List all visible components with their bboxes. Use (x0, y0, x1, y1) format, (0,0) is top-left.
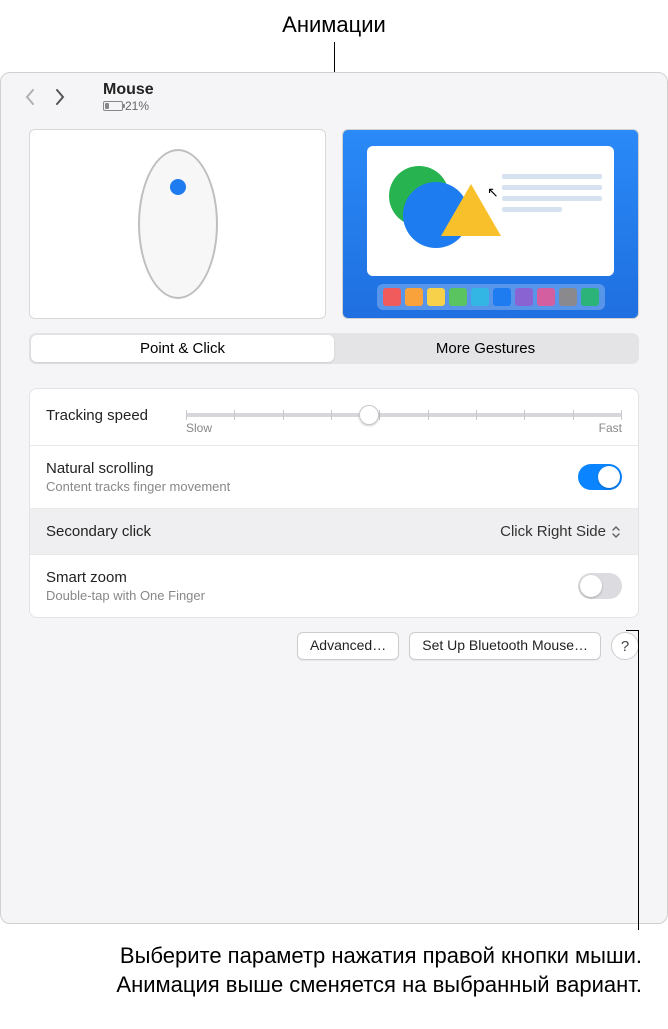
callout-animations-label: Анимации (0, 0, 668, 38)
dock-item (493, 288, 511, 306)
tracking-speed-label: Tracking speed (46, 407, 148, 424)
natural-scrolling-row: Natural scrolling Content tracks finger … (30, 445, 638, 508)
popup-arrows-icon (610, 525, 622, 539)
natural-scrolling-label: Natural scrolling (46, 460, 230, 477)
back-button[interactable] (19, 86, 41, 108)
battery-icon (103, 101, 123, 111)
secondary-click-row: Secondary click Click Right Side (30, 508, 638, 554)
tab-more-gestures[interactable]: More Gestures (334, 335, 637, 362)
tracking-speed-row: Tracking speed Slow Fast (30, 389, 638, 445)
natural-scrolling-toggle[interactable] (578, 464, 622, 490)
page-title: Mouse (103, 81, 154, 99)
tab-bar: Point & Click More Gestures (29, 333, 639, 364)
mouse-illustration (138, 149, 218, 299)
secondary-click-popup[interactable]: Click Right Side (500, 523, 622, 540)
advanced-button[interactable]: Advanced… (297, 632, 399, 660)
smart-zoom-label: Smart zoom (46, 569, 205, 586)
dock-item (559, 288, 577, 306)
preview-row: ↖ (1, 117, 667, 327)
dock-item (515, 288, 533, 306)
callout-line-right (638, 630, 639, 930)
help-button[interactable]: ? (611, 632, 639, 660)
dock-item (537, 288, 555, 306)
battery-status: 21% (103, 99, 154, 113)
forward-button[interactable] (49, 86, 71, 108)
secondary-click-label: Secondary click (46, 523, 151, 540)
title-block: Mouse 21% (103, 81, 154, 113)
preview-window: ↖ (367, 146, 614, 276)
setup-bluetooth-button[interactable]: Set Up Bluetooth Mouse… (409, 632, 601, 660)
smart-zoom-row: Smart zoom Double-tap with One Finger (30, 554, 638, 617)
mouse-settings-window: Mouse 21% ↖ (0, 72, 668, 924)
dock-item (383, 288, 401, 306)
tab-point-click[interactable]: Point & Click (31, 335, 334, 362)
natural-scrolling-sub: Content tracks finger movement (46, 479, 230, 494)
dock-item (427, 288, 445, 306)
callout-secondary-click-label: Выберите параметр нажатия правой кнопки … (0, 942, 668, 999)
dock-item (581, 288, 599, 306)
slider-knob[interactable] (359, 405, 379, 425)
cursor-icon: ↖ (487, 184, 499, 201)
mouse-animation-preview (29, 129, 326, 319)
preview-dock (377, 284, 605, 310)
tracking-speed-slider[interactable]: Slow Fast (186, 413, 622, 435)
dock-item (471, 288, 489, 306)
slider-fast-label: Fast (599, 421, 622, 435)
secondary-click-value: Click Right Side (500, 523, 606, 540)
smart-zoom-sub: Double-tap with One Finger (46, 588, 205, 603)
slider-slow-label: Slow (186, 421, 212, 435)
settings-list: Tracking speed Slow Fast Natural scrolli… (29, 388, 639, 618)
dock-item (449, 288, 467, 306)
titlebar: Mouse 21% (1, 73, 667, 117)
dock-item (405, 288, 423, 306)
screen-animation-preview: ↖ (342, 129, 639, 319)
mouse-click-indicator (170, 179, 186, 195)
battery-percent: 21% (125, 99, 149, 113)
smart-zoom-toggle[interactable] (578, 573, 622, 599)
doc-lines (502, 168, 602, 218)
footer-buttons: Advanced… Set Up Bluetooth Mouse… ? (29, 632, 639, 660)
